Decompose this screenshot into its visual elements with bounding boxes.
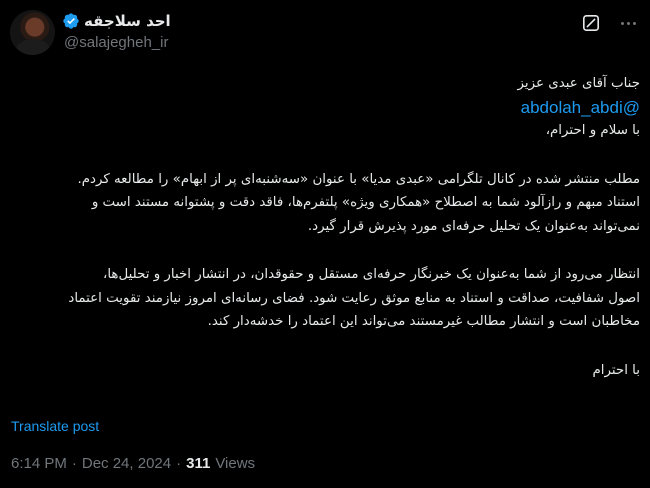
more-options-icon[interactable] xyxy=(616,14,640,32)
views-label: Views xyxy=(215,455,256,472)
post-time[interactable]: 6:14 PM xyxy=(11,455,67,472)
post-date[interactable]: Dec 24, 2024 xyxy=(82,455,171,472)
author-handle[interactable]: @salajegheh_ir xyxy=(64,34,168,51)
paragraph1-line1: مطلب منتشر شده در کانال تلگرامی «عبدی مد… xyxy=(77,171,640,187)
translate-post-link[interactable]: Translate post xyxy=(11,418,99,434)
paragraph2-line1: انتظار می‌رود از شما به‌عنوان یک خبرنگار… xyxy=(103,267,640,282)
meta-separator: · xyxy=(71,455,77,472)
author-name[interactable]: احد سلاجقه xyxy=(84,12,171,30)
verified-badge-icon xyxy=(63,13,79,29)
salutation-line: با سلام و احترام، xyxy=(545,123,640,138)
meta-separator: · xyxy=(176,455,182,472)
avatar[interactable] xyxy=(10,10,55,55)
tweet-meta: 6:14 PM · Dec 24, 2024 · 311 Views xyxy=(11,455,255,472)
tweet-text: جناب آقای عبدی عزیز @abdolah_abdi با سلا… xyxy=(10,72,640,382)
grok-icon[interactable] xyxy=(582,14,600,32)
author-name-row[interactable]: احد سلاجقه xyxy=(62,12,171,30)
paragraph1-line2: استناد مبهم و رازآلود شما به اصطلاح «همک… xyxy=(91,195,640,210)
greeting-line: جناب آقای عبدی عزیز xyxy=(517,76,641,91)
paragraph2-line2: اصول شفافیت، صداقت و استناد به منابع موث… xyxy=(68,290,640,306)
views-count: 311 xyxy=(186,455,211,472)
paragraph2-line3: مخاطبان است و انتشار مطالب غیرمستند می‌ت… xyxy=(207,314,640,329)
mention-link[interactable]: @abdolah_abdi xyxy=(10,96,640,120)
closing-line: با احترام xyxy=(592,362,640,378)
paragraph1-line3: نمی‌تواند به‌عنوان یک تحلیل حرفه‌ای مورد… xyxy=(307,218,640,234)
tweet-header: احد سلاجقه @salajegheh_ir xyxy=(10,10,640,60)
